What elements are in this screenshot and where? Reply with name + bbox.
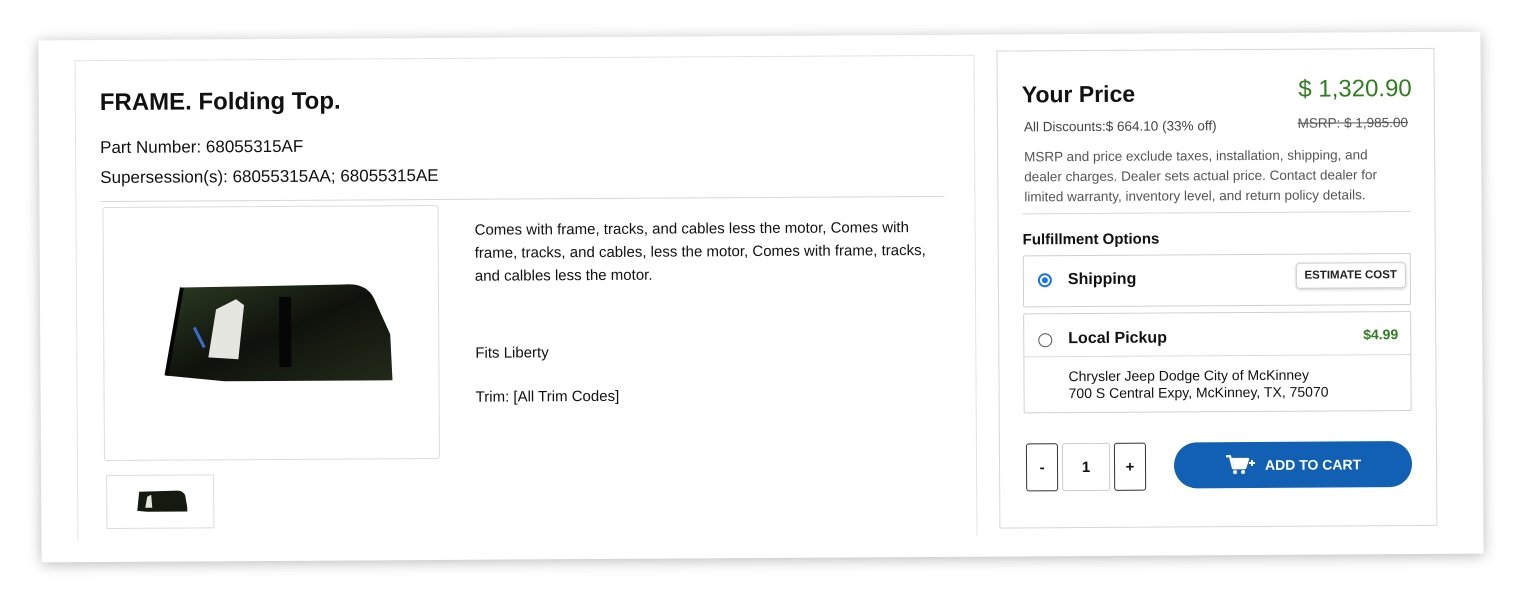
folding-top-frame-image [164, 284, 393, 382]
shipping-label: Shipping [1067, 270, 1137, 289]
supersession: Supersession(s): 68055315AA; 68055315AE [100, 166, 438, 188]
dealer-info: Chrysler Jeep Dodge City of McKinney 700… [1068, 367, 1328, 403]
dealer-name: Chrysler Jeep Dodge City of McKinney [1068, 366, 1309, 385]
add-to-cart-label: ADD TO CART [1264, 456, 1362, 473]
dealer-address: 700 S Central Expy, McKinney, TX, 75070 [1068, 383, 1329, 402]
add-to-cart-button[interactable]: ADD TO CART [1173, 441, 1413, 489]
product-description: Comes with frame, tracks, and cables les… [474, 219, 926, 285]
cart-plus-icon [1225, 454, 1255, 476]
thumbnail-image [137, 490, 188, 512]
shipping-radio[interactable] [1037, 273, 1052, 288]
estimate-cost-button[interactable]: ESTIMATE COST [1295, 262, 1406, 289]
price: $ 1,320.90 [1298, 75, 1412, 103]
quantity-decrease-button[interactable]: - [1025, 443, 1059, 492]
your-price-label: Your Price [1021, 80, 1136, 108]
msrp: MSRP: $ 1,985.00 [1297, 115, 1408, 131]
supersession-label: Supersession(s): [100, 167, 233, 188]
fitment: Fits Liberty [475, 344, 549, 362]
product-title: FRAME. Folding Top. [99, 87, 341, 117]
price-disclaimer: MSRP and price exclude taxes, installati… [1024, 147, 1377, 205]
fulfillment-heading: Fulfillment Options [1022, 230, 1160, 249]
trim: Trim: [All Trim Codes] [475, 387, 620, 406]
divider [100, 195, 945, 203]
quantity-increase-button[interactable]: + [1113, 442, 1147, 491]
image-thumbnail[interactable] [106, 474, 215, 530]
part-number: Part Number: 68055315AF [100, 136, 304, 158]
local-pickup-option[interactable]: Local Pickup $4.99 Chrysler Jeep Dodge C… [1023, 311, 1412, 414]
shipping-option[interactable]: Shipping ESTIMATE COST [1022, 253, 1412, 308]
local-pickup-radio[interactable] [1038, 333, 1053, 348]
pickup-fee: $4.99 [1363, 326, 1399, 343]
discounts: All Discounts:$ 664.10 (33% off) [1023, 118, 1217, 135]
purchase-panel: Your Price $ 1,320.90 All Discounts:$ 66… [996, 47, 1438, 529]
product-details-panel: FRAME. Folding Top. Part Number: 6805531… [74, 54, 978, 542]
quantity-input[interactable]: 1 [1061, 442, 1111, 492]
divider [1024, 354, 1411, 358]
divider [1022, 211, 1411, 215]
product-card: FRAME. Folding Top. Part Number: 6805531… [38, 31, 1484, 563]
local-pickup-label: Local Pickup [1068, 329, 1168, 348]
product-image[interactable] [102, 204, 440, 462]
supersession-values: 68055315AA; 68055315AE [232, 165, 439, 187]
